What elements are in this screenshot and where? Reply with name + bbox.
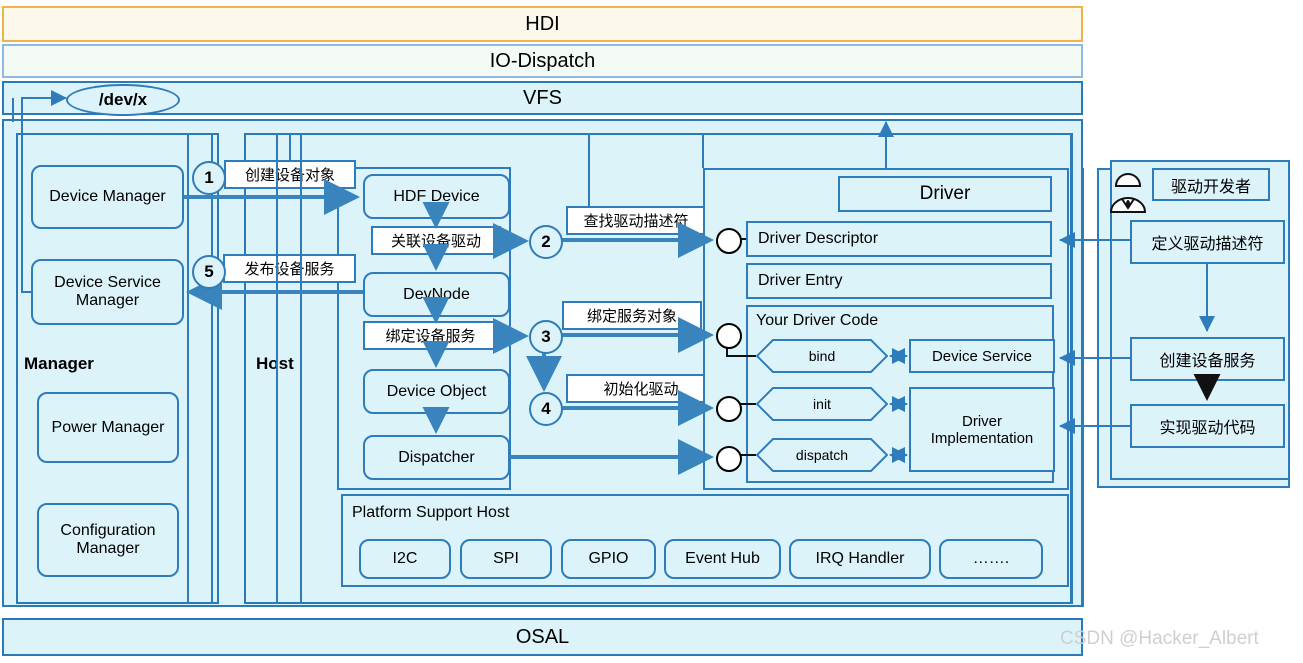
power-manager-box[interactable]: Power Manager — [37, 392, 179, 463]
devnode-label: DevNode — [403, 285, 470, 303]
driver-entry-box[interactable]: Driver Entry — [746, 263, 1052, 299]
layer-io-dispatch-label: IO-Dispatch — [489, 49, 596, 72]
device-object-box[interactable]: Device Object — [363, 369, 510, 414]
hdf-device-label: HDF Device — [393, 187, 480, 205]
driver-descriptor-box[interactable]: Driver Descriptor — [746, 221, 1052, 257]
init-driver-label-box: 初始化驱动 — [566, 374, 716, 403]
port-bind — [716, 323, 742, 349]
device-manager-label: Device Manager — [49, 188, 166, 205]
port-dispatch — [716, 446, 742, 472]
find-descriptor-label-box: 查找驱动描述符 — [566, 206, 706, 235]
device-service-box[interactable]: Device Service — [909, 339, 1055, 373]
developer-step-implement-code[interactable]: 实现驱动代码 — [1130, 404, 1285, 448]
dispatcher-box[interactable]: Dispatcher — [363, 435, 510, 480]
device-service-manager-box[interactable]: Device Service Manager — [31, 259, 184, 325]
step-3-label-box: 绑定设备服务 — [363, 321, 498, 350]
step-1-label-box: 创建设备对象 — [224, 160, 356, 189]
step-marker-2: 2 — [529, 225, 563, 259]
port-init — [716, 396, 742, 422]
step-marker-4: 4 — [529, 392, 563, 426]
dispatcher-label: Dispatcher — [398, 448, 475, 466]
layer-io-dispatch: IO-Dispatch — [2, 44, 1083, 78]
platform-item-gpio[interactable]: GPIO — [561, 539, 656, 579]
layer-hdi-label: HDI — [525, 12, 560, 35]
step-5-label-box: 发布设备服务 — [223, 254, 356, 283]
bind-hexagon[interactable]: bind — [756, 339, 888, 373]
layer-vfs-label: VFS — [523, 86, 562, 109]
platform-item-more[interactable]: ……. — [939, 539, 1043, 579]
layer-osal: OSAL — [2, 618, 1083, 656]
architecture-diagram: HDI IO-Dispatch VFS /dev/x Manager Devic… — [0, 0, 1303, 663]
step-marker-5: 5 — [192, 255, 226, 289]
dev-node-path: /dev/x — [66, 84, 180, 116]
developer-role-box: 驱动开发者 — [1152, 168, 1270, 201]
hdf-device-box[interactable]: HDF Device — [363, 174, 510, 219]
init-label: init — [813, 396, 831, 412]
init-hexagon[interactable]: init — [756, 387, 888, 421]
developer-step-define-descriptor[interactable]: 定义驱动描述符 — [1130, 220, 1285, 264]
layer-hdi: HDI — [2, 6, 1083, 42]
your-driver-code-label: Your Driver Code — [756, 312, 879, 329]
platform-item-i2c[interactable]: I2C — [359, 539, 451, 579]
driver-title-box: Driver — [838, 176, 1052, 212]
host-section-label: Host — [256, 354, 294, 373]
layer-osal-label: OSAL — [515, 625, 570, 648]
device-object-label: Device Object — [386, 382, 487, 400]
developer-step-create-service[interactable]: 创建设备服务 — [1130, 337, 1285, 381]
bind-label: bind — [808, 348, 836, 364]
step-marker-3: 3 — [529, 320, 563, 354]
step-2-label-box: 关联设备驱动 — [371, 226, 501, 255]
driver-implementation-box[interactable]: Driver Implementation — [909, 387, 1055, 472]
dispatch-hexagon[interactable]: dispatch — [756, 438, 888, 472]
device-service-manager-label: Device Service Manager — [54, 274, 161, 309]
platform-item-event-hub[interactable]: Event Hub — [664, 539, 781, 579]
dev-node-path-label: /dev/x — [98, 90, 148, 109]
devnode-box[interactable]: DevNode — [363, 272, 510, 317]
step-marker-1: 1 — [192, 161, 226, 195]
configuration-manager-label: Configuration Manager — [60, 522, 156, 557]
device-manager-box[interactable]: Device Manager — [31, 165, 184, 229]
power-manager-label: Power Manager — [51, 418, 165, 436]
port-descriptor — [716, 228, 742, 254]
watermark: CSDN @Hacker_Albert — [1060, 628, 1259, 649]
configuration-manager-box[interactable]: Configuration Manager — [37, 503, 179, 577]
user-actor-icon — [1102, 164, 1154, 216]
dispatch-label: dispatch — [795, 447, 849, 463]
manager-section-label: Manager — [24, 354, 94, 373]
platform-item-spi[interactable]: SPI — [460, 539, 552, 579]
platform-support-host-title: Platform Support Host — [352, 504, 510, 521]
platform-item-irq-handler[interactable]: IRQ Handler — [789, 539, 931, 579]
bind-service-object-label-box: 绑定服务对象 — [562, 301, 702, 330]
